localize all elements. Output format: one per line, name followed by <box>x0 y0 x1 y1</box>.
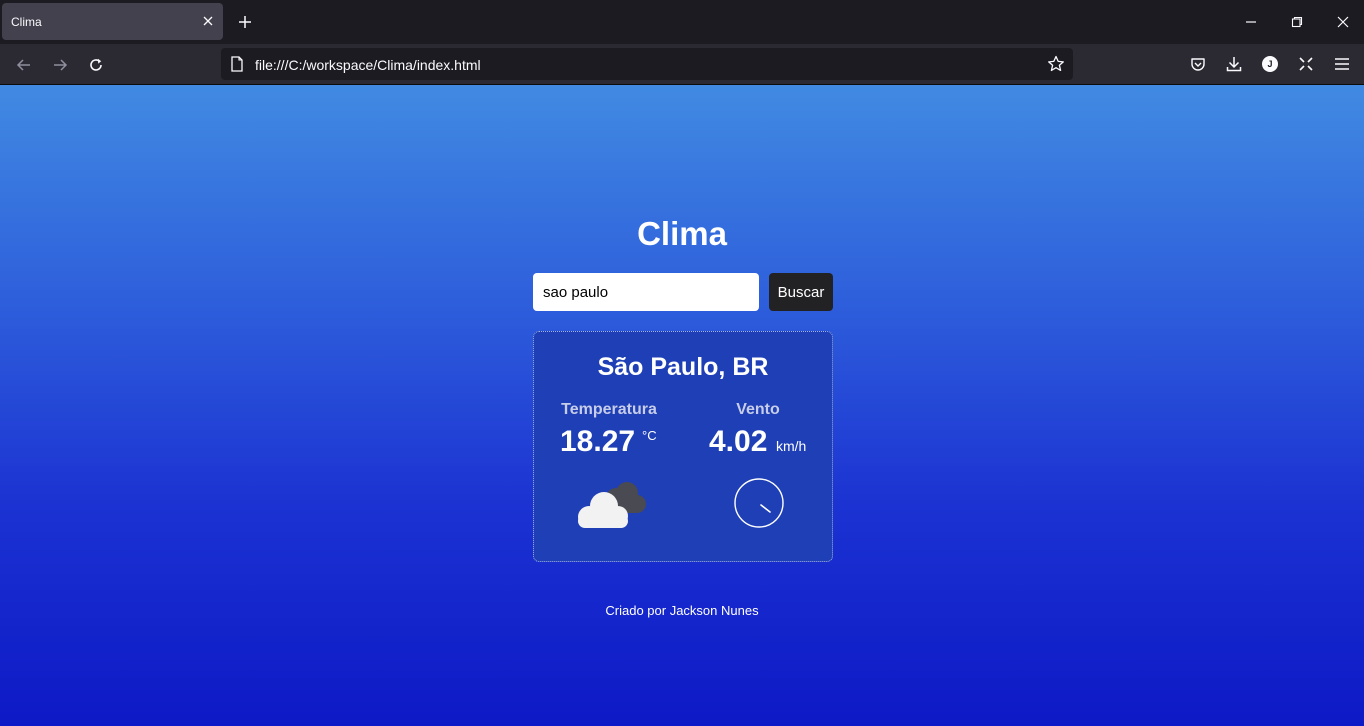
forward-icon[interactable] <box>47 52 73 78</box>
tab-title: Clima <box>11 15 42 29</box>
url-bar[interactable]: file:///C:/workspace/Clima/index.html <box>221 48 1073 80</box>
browser-tab[interactable]: Clima <box>2 3 223 40</box>
wind-label: Vento <box>736 401 780 418</box>
tab-close-icon[interactable] <box>199 12 217 30</box>
city-search-input[interactable] <box>533 273 759 311</box>
wind-direction-dial-icon <box>733 477 785 529</box>
page-content: Clima Buscar São Paulo, BR Temperatura V… <box>0 85 1364 726</box>
new-tab-icon[interactable] <box>234 11 256 33</box>
wind-speed-value: 4.02 <box>709 425 768 458</box>
menu-icon[interactable] <box>1332 54 1352 74</box>
wind-speed-unit: km/h <box>776 438 807 454</box>
page-icon <box>230 56 244 72</box>
extensions-icon[interactable] <box>1296 54 1316 74</box>
temperature-value: 18.27 <box>560 425 636 458</box>
footer-credit: Criado por Jackson Nunes <box>605 603 759 618</box>
back-icon[interactable] <box>11 52 37 78</box>
reload-icon[interactable] <box>83 52 109 78</box>
restore-icon[interactable] <box>1285 10 1309 34</box>
page-title: Clima <box>637 215 727 252</box>
url-text[interactable]: file:///C:/workspace/Clima/index.html <box>255 57 481 73</box>
close-window-icon[interactable] <box>1331 10 1355 34</box>
pocket-icon[interactable] <box>1188 54 1208 74</box>
account-avatar-icon[interactable]: J <box>1260 54 1280 74</box>
browser-tab-bar: Clima <box>0 0 1364 44</box>
temperature-unit: °C <box>642 428 657 443</box>
search-button[interactable]: Buscar <box>769 273 833 311</box>
minimize-icon[interactable] <box>1239 10 1263 34</box>
bookmark-star-icon[interactable] <box>1047 55 1065 73</box>
city-name: São Paulo, BR <box>597 353 769 381</box>
temperature-label: Temperatura <box>561 401 657 418</box>
cloudy-icon <box>572 480 648 532</box>
browser-nav-bar: file:///C:/workspace/Clima/index.html J <box>0 44 1364 85</box>
avatar: J <box>1262 56 1278 72</box>
downloads-icon[interactable] <box>1224 54 1244 74</box>
weather-result-card: São Paulo, BR Temperatura Vento 18.27 °C… <box>533 331 833 562</box>
